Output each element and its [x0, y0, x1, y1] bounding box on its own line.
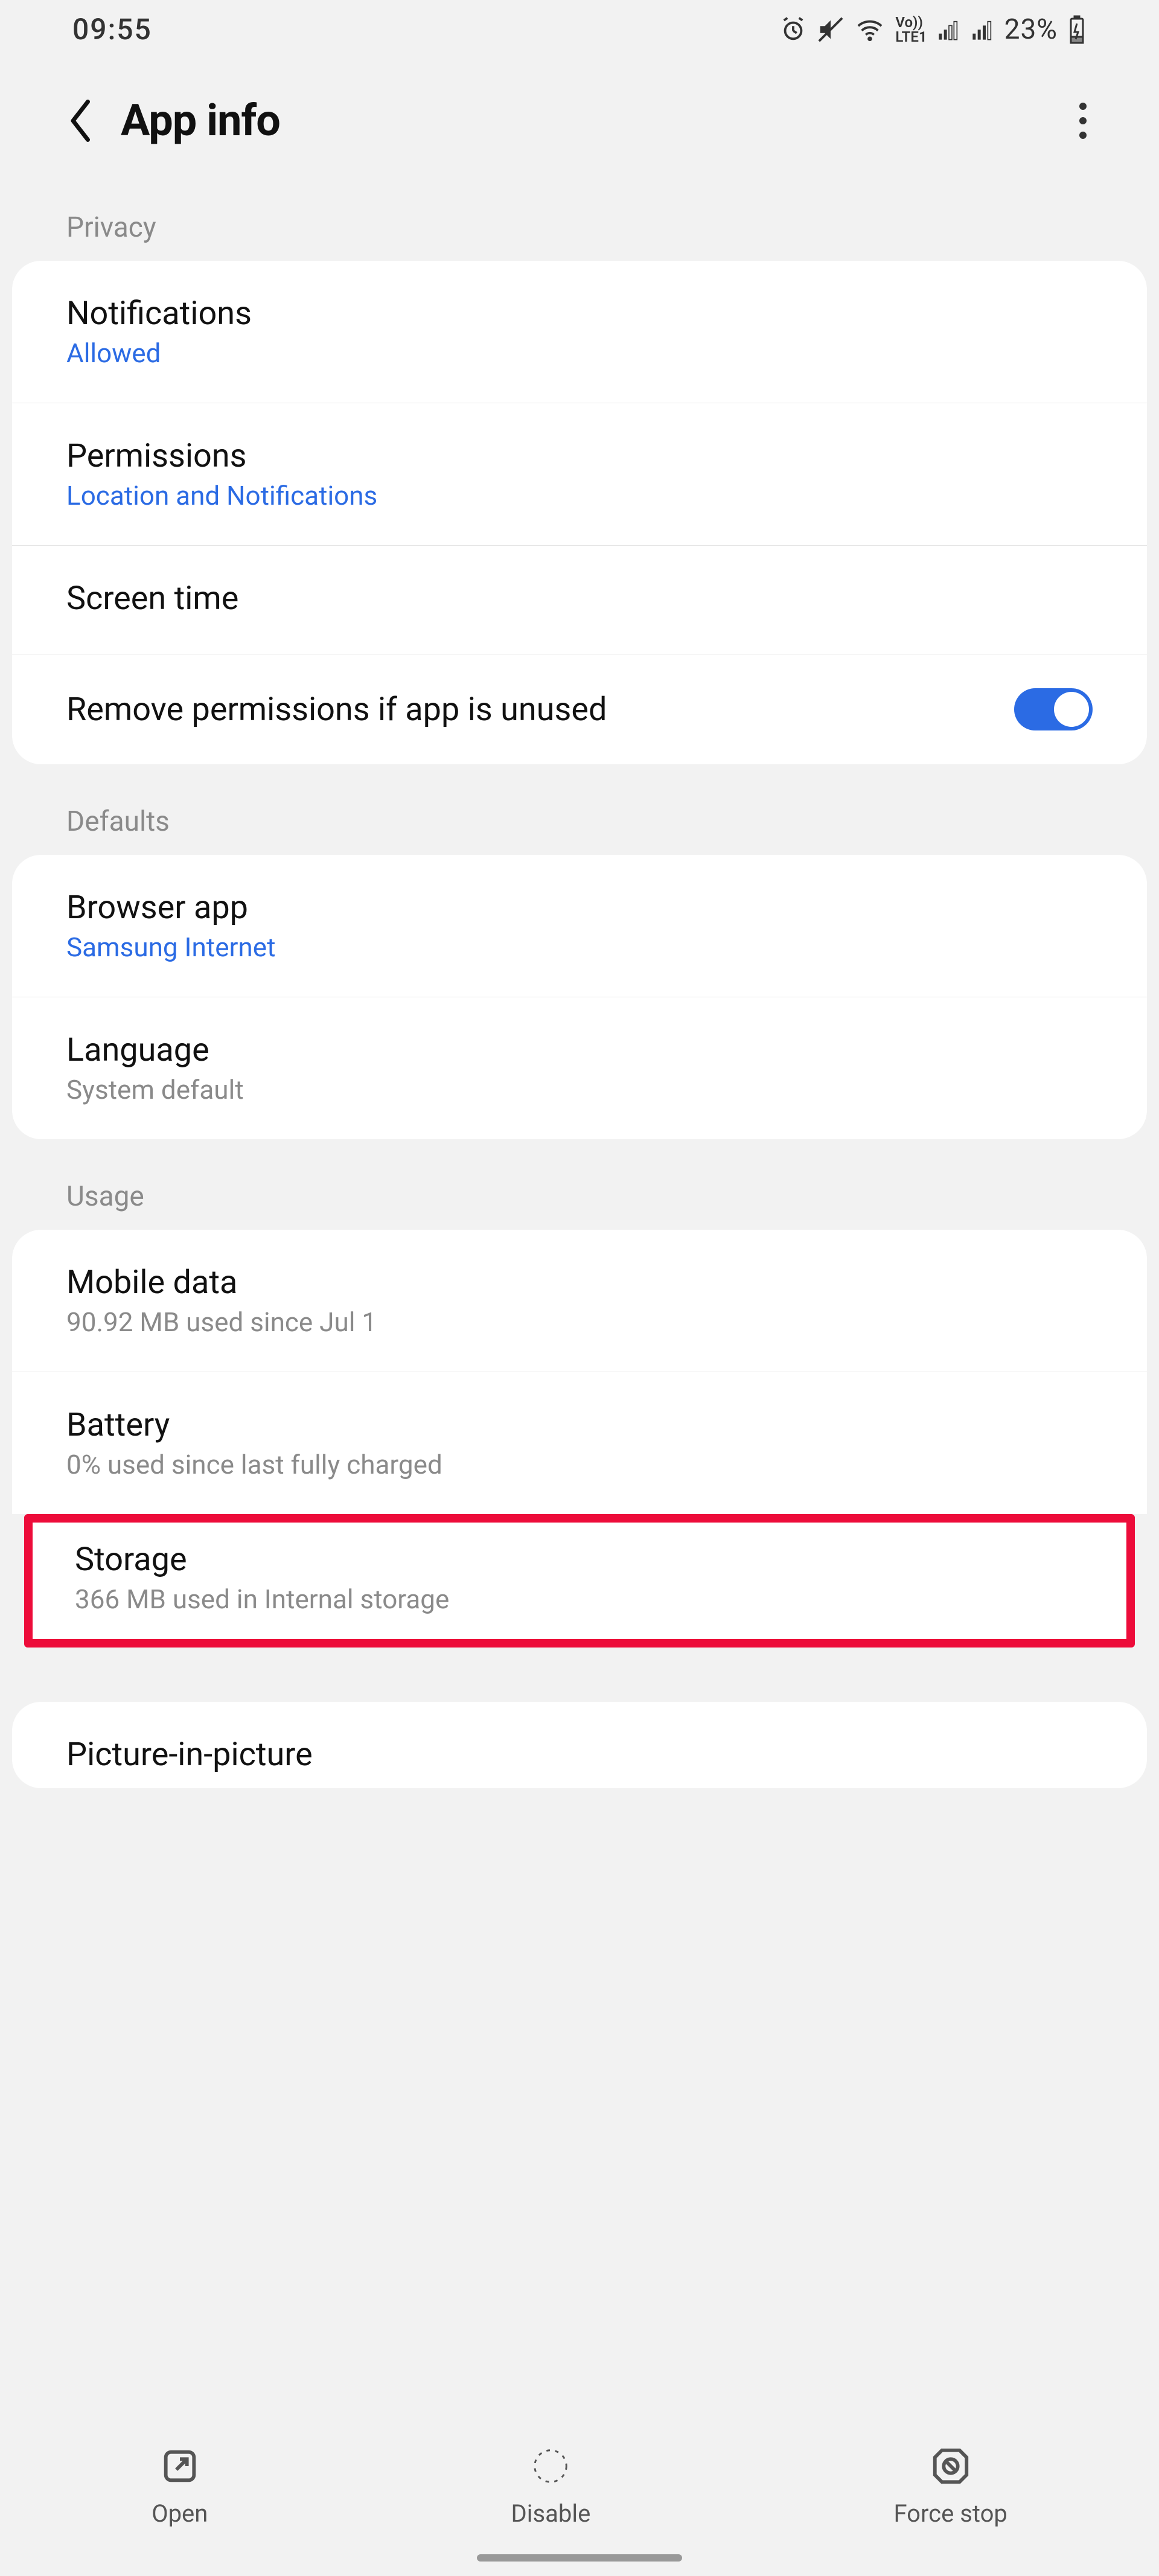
- open-button[interactable]: Open: [152, 2445, 208, 2528]
- row-remove-permissions[interactable]: Remove permissions if app is unused: [12, 654, 1147, 764]
- page-title: App info: [121, 95, 280, 146]
- alarm-icon: [779, 16, 807, 43]
- row-language[interactable]: Language System default: [12, 997, 1147, 1139]
- row-notifications[interactable]: Notifications Allowed: [12, 261, 1147, 403]
- mute-icon: [817, 16, 845, 43]
- extra-card: Picture-in-picture: [12, 1702, 1147, 1788]
- disable-icon: [529, 2445, 572, 2487]
- row-mobile-data[interactable]: Mobile data 90.92 MB used since Jul 1: [12, 1230, 1147, 1372]
- storage-highlight: Storage 366 MB used in Internal storage: [24, 1514, 1135, 1648]
- row-screen-time[interactable]: Screen time: [12, 546, 1147, 654]
- mobile-data-title: Mobile data: [66, 1264, 1093, 1302]
- more-button[interactable]: [1073, 97, 1093, 145]
- section-header-privacy: Privacy: [0, 194, 1159, 261]
- defaults-card: Browser app Samsung Internet Language Sy…: [12, 855, 1147, 1139]
- row-browser-app[interactable]: Browser app Samsung Internet: [12, 855, 1147, 997]
- screen-time-title: Screen time: [66, 580, 1093, 618]
- usage-card: Mobile data 90.92 MB used since Jul 1 Ba…: [12, 1230, 1147, 1514]
- back-button[interactable]: [66, 100, 97, 142]
- force-stop-button[interactable]: Force stop: [893, 2445, 1007, 2528]
- signal-icon-2: [971, 18, 995, 42]
- row-permissions[interactable]: Permissions Location and Notifications: [12, 403, 1147, 546]
- status-time: 09:55: [72, 12, 152, 46]
- disable-button[interactable]: Disable: [511, 2445, 591, 2528]
- open-icon: [159, 2445, 201, 2487]
- storage-sub: 366 MB used in Internal storage: [75, 1584, 1084, 1615]
- battery-percent: 23%: [1004, 13, 1058, 46]
- signal-icon-1: [937, 18, 961, 42]
- notifications-sub: Allowed: [66, 337, 1093, 369]
- nav-handle[interactable]: [477, 2554, 682, 2562]
- permissions-sub: Location and Notifications: [66, 480, 1093, 511]
- disable-label: Disable: [511, 2499, 591, 2528]
- header: App info: [0, 59, 1159, 194]
- browser-sub: Samsung Internet: [66, 932, 1093, 963]
- pip-title: Picture-in-picture: [66, 1736, 1093, 1774]
- open-label: Open: [152, 2499, 208, 2528]
- browser-title: Browser app: [66, 889, 1093, 927]
- notifications-title: Notifications: [66, 295, 1093, 333]
- privacy-card: Notifications Allowed Permissions Locati…: [12, 261, 1147, 764]
- status-icons: Vo))LTE1 23%: [779, 13, 1087, 46]
- status-bar: 09:55 Vo))LTE1 23%: [0, 0, 1159, 59]
- force-stop-label: Force stop: [893, 2499, 1007, 2528]
- wifi-icon: [854, 16, 886, 43]
- language-sub: System default: [66, 1074, 1093, 1105]
- remove-perms-title: Remove permissions if app is unused: [66, 691, 607, 729]
- battery-sub: 0% used since last fully charged: [66, 1449, 1093, 1480]
- section-header-defaults: Defaults: [0, 788, 1159, 855]
- battery-title: Battery: [66, 1406, 1093, 1444]
- remove-perms-toggle[interactable]: [1014, 688, 1093, 730]
- language-title: Language: [66, 1031, 1093, 1069]
- row-battery[interactable]: Battery 0% used since last fully charged: [12, 1372, 1147, 1514]
- section-header-usage: Usage: [0, 1163, 1159, 1230]
- volte-icon: Vo))LTE1: [895, 15, 927, 44]
- bottom-bar: Open Disable Force stop: [0, 2421, 1159, 2576]
- force-stop-icon: [930, 2445, 972, 2487]
- mobile-data-sub: 90.92 MB used since Jul 1: [66, 1306, 1093, 1338]
- storage-title: Storage: [75, 1541, 1084, 1579]
- battery-icon: [1067, 15, 1087, 44]
- row-pip[interactable]: Picture-in-picture: [12, 1702, 1147, 1788]
- row-storage[interactable]: Storage 366 MB used in Internal storage: [33, 1523, 1126, 1639]
- permissions-title: Permissions: [66, 437, 1093, 475]
